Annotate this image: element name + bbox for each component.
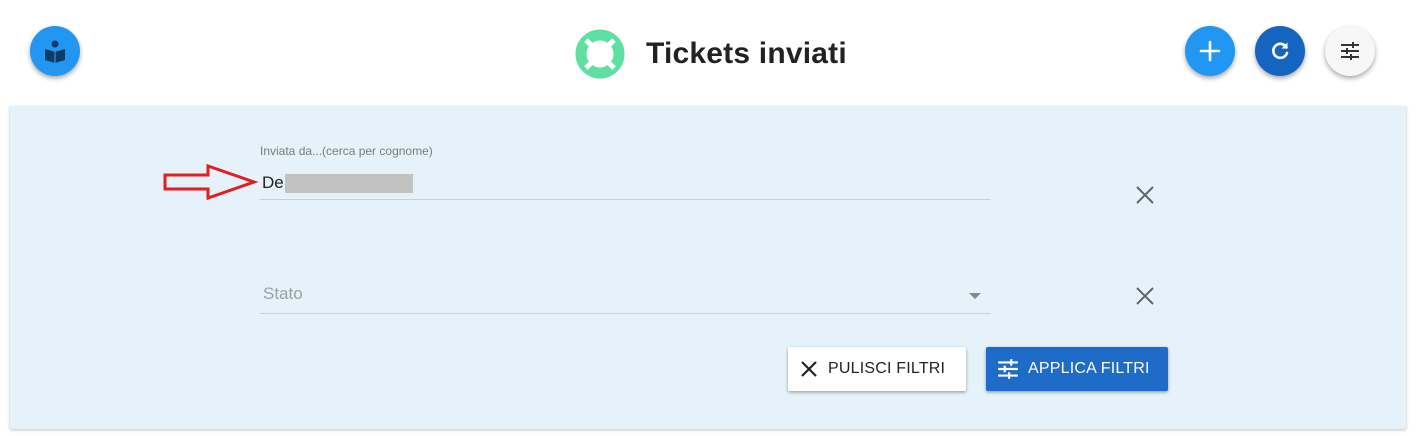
sender-field[interactable]: Inviata da...(cerca per cognome) De <box>260 144 991 200</box>
reader-button[interactable] <box>30 26 80 76</box>
page-title-group: Tickets inviati <box>574 27 847 81</box>
apply-filters-button[interactable]: APPLICA FILTRI <box>986 347 1168 391</box>
redacted-text <box>284 173 413 193</box>
refresh-button[interactable] <box>1255 26 1305 76</box>
sender-field-label: Inviata da...(cerca per cognome) <box>260 144 433 158</box>
sender-field-value-wrap[interactable]: De <box>262 173 413 193</box>
close-icon <box>1136 186 1154 204</box>
clear-status-button[interactable] <box>1133 284 1157 308</box>
plus-icon <box>1199 40 1221 62</box>
filter-button[interactable] <box>1325 26 1375 76</box>
annotation-arrow-icon <box>163 163 259 201</box>
sliders-icon <box>1341 42 1359 60</box>
clear-filters-label: PULISCI FILTRI <box>828 360 946 377</box>
filter-panel: Inviata da...(cerca per cognome) De Stat… <box>10 106 1406 429</box>
close-icon <box>1136 287 1154 305</box>
refresh-icon <box>1272 42 1289 60</box>
page-title: Tickets inviati <box>646 37 847 70</box>
dropdown-caret-icon[interactable] <box>969 293 981 299</box>
add-button[interactable] <box>1185 26 1235 76</box>
close-icon <box>801 361 817 377</box>
page: Tickets inviati Inviata da...(cerca per … <box>0 0 1418 436</box>
clear-sender-button[interactable] <box>1133 183 1157 207</box>
sender-field-value[interactable]: De <box>262 173 284 193</box>
status-placeholder: Stato <box>263 284 303 303</box>
apply-filters-label: APPLICA FILTRI <box>1028 360 1150 377</box>
reader-book-icon <box>45 40 65 63</box>
status-select[interactable]: Stato <box>260 272 991 314</box>
lifebuoy-icon <box>575 29 625 79</box>
clear-filters-button[interactable]: PULISCI FILTRI <box>788 347 966 391</box>
sliders-icon <box>998 359 1018 379</box>
